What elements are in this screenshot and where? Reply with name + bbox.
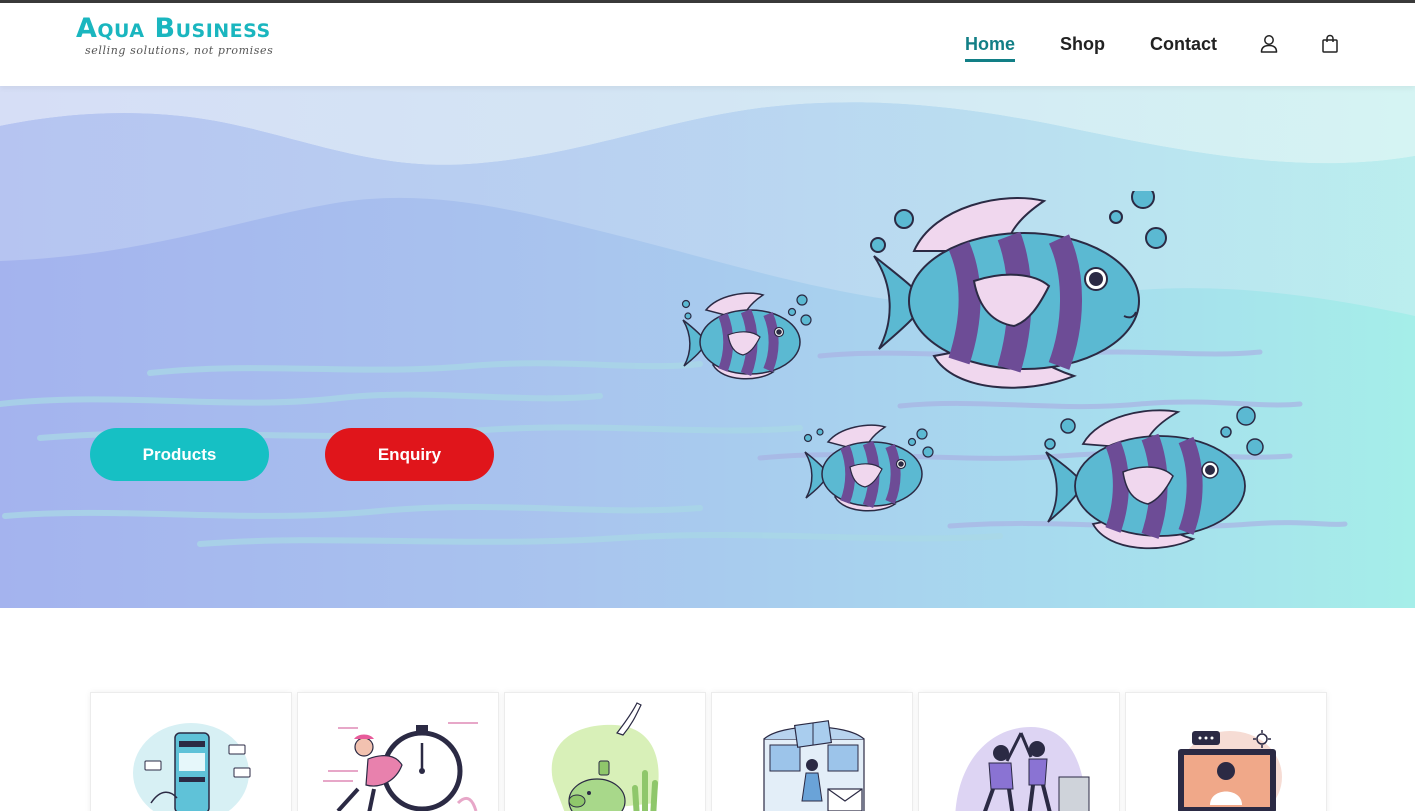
feature-card[interactable] xyxy=(504,692,706,811)
products-button[interactable]: Products xyxy=(90,428,269,481)
piggy-bank-savings-illustration xyxy=(551,702,659,811)
feature-card[interactable] xyxy=(711,692,913,811)
hero-banner: Products Enquiry xyxy=(0,86,1415,608)
mobile-payment-illustration xyxy=(133,723,251,811)
logo[interactable]: Aqua Business selling solutions, not pro… xyxy=(76,13,274,58)
logo-tagline: selling solutions, not promises xyxy=(85,44,274,57)
enquiry-button[interactable]: Enquiry xyxy=(325,428,494,481)
gift-shop-illustration xyxy=(763,720,865,811)
nav-home[interactable]: Home xyxy=(965,34,1016,62)
user-icon[interactable] xyxy=(1258,33,1280,55)
feature-card[interactable] xyxy=(297,692,499,811)
large-fish-illustration xyxy=(870,191,1167,389)
small-fish-illustration xyxy=(681,292,812,380)
site-header: Aqua Business selling solutions, not pro… xyxy=(0,3,1415,86)
feature-card[interactable] xyxy=(918,692,1120,811)
small-fish-illustration xyxy=(803,424,934,512)
feature-card[interactable] xyxy=(90,692,292,811)
logo-title: Aqua Business xyxy=(76,13,271,44)
online-support-laptop-illustration xyxy=(1178,730,1282,811)
feature-cards xyxy=(90,692,1327,811)
nav-shop[interactable]: Shop xyxy=(1060,34,1105,55)
fast-delivery-stopwatch-illustration xyxy=(323,722,478,811)
medium-fish-illustration xyxy=(1044,406,1264,550)
team-high-five-illustration xyxy=(955,727,1090,811)
shopping-bag-icon[interactable] xyxy=(1319,33,1341,55)
nav-contact[interactable]: Contact xyxy=(1150,34,1217,55)
feature-card[interactable] xyxy=(1125,692,1327,811)
